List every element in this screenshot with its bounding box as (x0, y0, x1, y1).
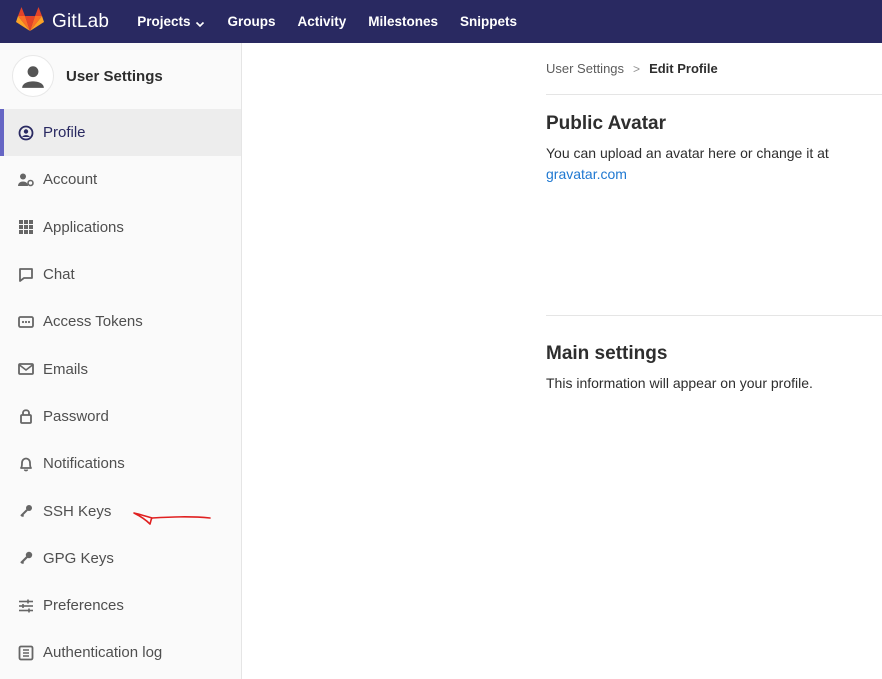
avatar (12, 55, 54, 97)
public-avatar-description: You can upload an avatar here or change … (546, 143, 882, 185)
breadcrumb-current: Edit Profile (649, 61, 718, 76)
nav-projects[interactable]: Projects (137, 14, 205, 29)
annotation-arrow (133, 512, 211, 525)
chat-icon (17, 266, 34, 283)
profile-icon (17, 124, 34, 141)
chevron-down-icon (195, 17, 205, 27)
sidebar-item-label: Profile (43, 124, 86, 142)
sidebar-item-password[interactable]: Password (0, 393, 241, 440)
nav-snippets-label: Snippets (460, 14, 518, 29)
sidebar-item-label: Authentication log (43, 644, 163, 662)
breadcrumb-user-settings[interactable]: User Settings (546, 61, 624, 76)
nav-activity-label: Activity (297, 14, 347, 29)
sidebar-item-account[interactable]: Account (0, 156, 241, 203)
brand-name: GitLab (52, 10, 110, 32)
top-nav-links: Projects Groups Activity Milestones Snip… (137, 14, 539, 29)
sidebar-item-label: Notifications (43, 455, 125, 473)
public-avatar-text: You can upload an avatar here or change … (546, 145, 829, 161)
nav-milestones[interactable]: Milestones (368, 14, 438, 29)
gravatar-link[interactable]: gravatar.com (546, 166, 627, 182)
preferences-icon (17, 597, 34, 614)
lock-icon (17, 408, 34, 425)
sidebar-item-label: Emails (43, 360, 89, 378)
sidebar-item-label: SSH Keys (43, 502, 112, 520)
sidebar-item-authentication-log[interactable]: Authentication log (0, 629, 241, 676)
sidebar-item-applications[interactable]: Applications (0, 204, 241, 251)
gitlab-logo-icon (16, 6, 44, 37)
applications-icon (17, 219, 34, 236)
log-icon (17, 644, 34, 661)
nav-groups-label: Groups (227, 14, 276, 29)
sidebar-item-notifications[interactable]: Notifications (0, 440, 241, 487)
sidebar-item-chat[interactable]: Chat (0, 251, 241, 298)
account-icon (17, 171, 34, 188)
sidebar-item-label: Applications (43, 218, 124, 236)
public-avatar-section: Public Avatar You can upload an avatar h… (546, 95, 882, 316)
bell-icon (17, 455, 34, 472)
nav-milestones-label: Milestones (368, 14, 439, 29)
sidebar-item-access-tokens[interactable]: Access Tokens (0, 298, 241, 345)
sidebar-item-emails[interactable]: Emails (0, 345, 241, 392)
sidebar-title: User Settings (66, 67, 163, 85)
sidebar-item-label: Chat (43, 266, 75, 284)
key-icon (17, 503, 34, 520)
sidebar-header[interactable]: User Settings (0, 43, 241, 109)
breadcrumb: User Settings > Edit Profile (546, 43, 882, 95)
sidebar-item-label: GPG Keys (43, 549, 114, 567)
sidebar-item-label: Account (43, 171, 98, 189)
mail-icon (17, 361, 34, 378)
nav-groups[interactable]: Groups (227, 14, 275, 29)
main-settings-title: Main settings (546, 343, 668, 364)
nav-snippets[interactable]: Snippets (460, 14, 517, 29)
key-icon (17, 550, 34, 567)
nav-activity[interactable]: Activity (297, 14, 346, 29)
settings-sidebar: User Settings Profile Account Applicatio… (0, 43, 242, 679)
nav-projects-label: Projects (137, 14, 191, 29)
sidebar-item-preferences[interactable]: Preferences (0, 582, 241, 629)
sidebar-item-profile[interactable]: Profile (0, 109, 241, 157)
user-icon (22, 66, 44, 88)
public-avatar-title: Public Avatar (546, 113, 667, 134)
sidebar-item-label: Preferences (43, 597, 124, 615)
top-navbar: GitLab Projects Groups Activity Mileston… (0, 0, 882, 43)
main-settings-section: Main settings This information will appe… (546, 316, 882, 394)
sidebar-item-label: Access Tokens (43, 313, 143, 331)
chevron-right-icon: > (633, 61, 641, 76)
main-content: User Settings > Edit Profile Public Avat… (546, 43, 882, 394)
sidebar-item-gpg-keys[interactable]: GPG Keys (0, 535, 241, 582)
brand[interactable]: GitLab (16, 6, 109, 37)
token-icon (17, 313, 34, 330)
sidebar-item-label: Password (43, 407, 109, 425)
main-settings-description: This information will appear on your pro… (546, 375, 813, 391)
